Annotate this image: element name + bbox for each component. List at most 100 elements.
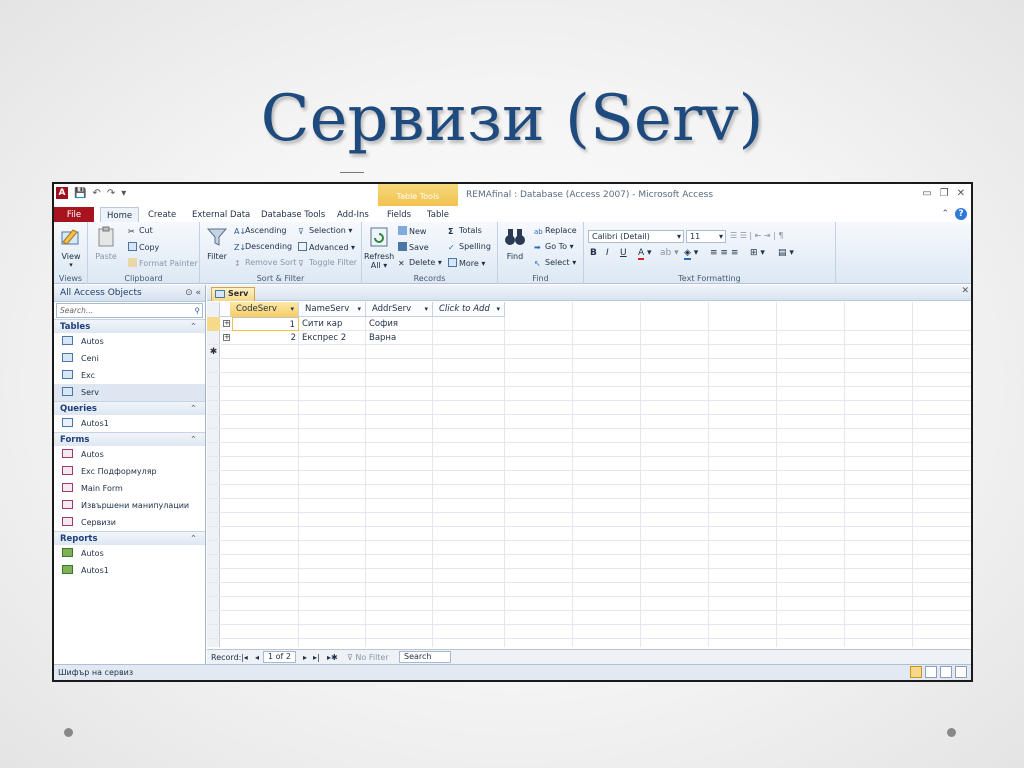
- find-button[interactable]: Find: [502, 226, 528, 261]
- minimize-ribbon-icon[interactable]: ⌃: [941, 209, 949, 219]
- font-size-select[interactable]: 11 ▾: [686, 230, 726, 243]
- tab-add-ins[interactable]: Add-Ins: [331, 207, 375, 223]
- more-button[interactable]: More ▾: [448, 258, 485, 268]
- bold-button[interactable]: B: [590, 248, 597, 258]
- format-painter-button[interactable]: Format Painter: [128, 258, 198, 268]
- datasheet-view-icon[interactable]: [910, 666, 922, 678]
- cut-button[interactable]: ✂ Cut: [128, 226, 153, 236]
- save-icon[interactable]: 💾: [74, 188, 86, 199]
- ascending-button[interactable]: A↓Ascending: [234, 226, 286, 236]
- tab-fields[interactable]: Fields: [381, 207, 417, 223]
- record-search-input[interactable]: Search: [399, 651, 451, 663]
- underline-button[interactable]: U: [620, 248, 627, 258]
- delete-record-button[interactable]: ✕ Delete ▾: [398, 258, 442, 268]
- record-selector[interactable]: [207, 331, 220, 345]
- cell-codeserv[interactable]: 2: [232, 331, 299, 345]
- expand-subdatasheet-icon[interactable]: +: [223, 334, 230, 341]
- cell-nameserv[interactable]: Сити кар: [299, 317, 366, 331]
- cell-addrserv[interactable]: София: [366, 317, 433, 331]
- expand-subdatasheet-icon[interactable]: +: [223, 320, 230, 327]
- alternate-row-color-button[interactable]: ▤ ▾: [778, 248, 794, 258]
- restore-icon[interactable]: ❐: [940, 188, 949, 199]
- new-record-selector[interactable]: ✱: [207, 345, 220, 359]
- design-view-icon[interactable]: [955, 666, 967, 678]
- new-blank-record-icon[interactable]: ▸✱: [327, 651, 338, 665]
- search-icon[interactable]: ⚲: [195, 304, 201, 317]
- nav-category-tables[interactable]: Tables ⌃: [54, 319, 205, 333]
- new-record-button[interactable]: New: [398, 226, 426, 236]
- help-icon[interactable]: ?: [955, 208, 967, 220]
- view-button[interactable]: View ▾: [58, 226, 84, 269]
- minimize-icon[interactable]: ▭: [922, 188, 931, 199]
- column-header-codeserv[interactable]: CodeServ ▾: [230, 302, 299, 317]
- undo-icon[interactable]: ↶: [92, 188, 100, 199]
- redo-icon[interactable]: ↷: [107, 188, 115, 199]
- current-record-input[interactable]: 1 of 2: [263, 651, 296, 663]
- italic-button[interactable]: I: [606, 248, 609, 258]
- toggle-filter-button[interactable]: ⊽ Toggle Filter: [298, 258, 357, 268]
- column-header-nameserv[interactable]: NameServ ▾: [299, 302, 366, 317]
- nav-form-services[interactable]: Сервизи: [54, 514, 205, 531]
- next-record-icon[interactable]: ▸: [303, 651, 307, 665]
- nav-form-manipulations[interactable]: Извършени манипулации: [54, 497, 205, 514]
- column-dropdown-icon[interactable]: ▾: [357, 302, 361, 317]
- column-dropdown-icon[interactable]: ▾: [290, 302, 294, 317]
- tab-home[interactable]: Home: [100, 207, 140, 223]
- remove-sort-button[interactable]: ↕ Remove Sort: [234, 258, 296, 268]
- select-button[interactable]: ↖ Select ▾: [534, 258, 576, 268]
- last-record-icon[interactable]: ▸|: [313, 651, 320, 665]
- view-dropdown-icon[interactable]: ▾: [58, 261, 84, 269]
- tab-create[interactable]: Create: [142, 207, 182, 223]
- replace-button[interactable]: ab Replace: [534, 226, 577, 237]
- pivottable-view-icon[interactable]: [925, 666, 937, 678]
- document-tab-serv[interactable]: Serv: [211, 287, 255, 301]
- close-icon[interactable]: ✕: [957, 188, 965, 199]
- font-color-button[interactable]: A ▾: [638, 248, 652, 260]
- nav-menu-icon[interactable]: ⊙: [185, 288, 193, 298]
- pivotchart-view-icon[interactable]: [940, 666, 952, 678]
- goto-button[interactable]: ➡ Go To ▾: [534, 242, 574, 252]
- nav-query-autos1[interactable]: Autos1: [54, 415, 205, 432]
- nav-form-exc-subform[interactable]: Exc Подформуляр: [54, 463, 205, 480]
- font-name-select[interactable]: Calibri (Detail) ▾: [588, 230, 684, 243]
- nav-category-forms[interactable]: Forms ⌃: [54, 432, 205, 446]
- column-dropdown-icon[interactable]: ▾: [424, 302, 428, 317]
- tab-file[interactable]: File: [54, 207, 94, 223]
- spelling-button[interactable]: ✓ Spelling: [448, 242, 491, 252]
- fill-color-button[interactable]: ◈ ▾: [684, 248, 698, 260]
- totals-button[interactable]: Σ Totals: [448, 226, 482, 236]
- gridlines-button[interactable]: ⊞ ▾: [750, 248, 765, 258]
- list-buttons[interactable]: ☰ ☰ | ⇤ ⇥ | ¶: [730, 231, 784, 240]
- shutter-bar-icon[interactable]: «: [195, 288, 201, 298]
- column-header-click-to-add[interactable]: Click to Add ▾: [433, 302, 505, 317]
- save-record-button[interactable]: Save: [398, 242, 429, 252]
- access-app-icon[interactable]: A: [56, 187, 68, 199]
- tab-database-tools[interactable]: Database Tools: [255, 207, 331, 223]
- previous-record-icon[interactable]: ◂: [255, 651, 259, 665]
- nav-table-exc[interactable]: Exc: [54, 367, 205, 384]
- nav-report-autos[interactable]: Autos: [54, 545, 205, 562]
- copy-button[interactable]: Copy: [128, 242, 159, 252]
- cell-addrserv[interactable]: Варна: [366, 331, 433, 345]
- descending-button[interactable]: Z↓Descending: [234, 242, 292, 252]
- nav-category-queries[interactable]: Queries ⌃: [54, 401, 205, 415]
- selection-button[interactable]: ⊽ Selection ▾: [298, 226, 352, 236]
- record-selector[interactable]: [207, 317, 220, 331]
- column-dropdown-icon[interactable]: ▾: [496, 302, 500, 317]
- highlight-button[interactable]: ab ▾: [660, 248, 679, 258]
- column-header-addrserv[interactable]: AddrServ ▾: [366, 302, 433, 317]
- nav-category-reports[interactable]: Reports ⌃: [54, 531, 205, 545]
- customize-qat-icon[interactable]: ▾: [121, 188, 126, 199]
- cell-codeserv[interactable]: 1: [232, 317, 299, 331]
- filter-status[interactable]: ⊽ No Filter: [347, 651, 389, 665]
- nav-table-ceni[interactable]: Ceni: [54, 350, 205, 367]
- align-buttons[interactable]: ≡ ≡ ≡: [710, 248, 738, 258]
- nav-report-autos1[interactable]: Autos1: [54, 562, 205, 579]
- first-record-icon[interactable]: |◂: [241, 651, 248, 665]
- filter-button[interactable]: Filter: [204, 226, 230, 261]
- advanced-button[interactable]: Advanced ▾: [298, 242, 355, 252]
- paste-button[interactable]: Paste: [92, 226, 120, 261]
- close-document-icon[interactable]: ✕: [961, 286, 969, 296]
- nav-table-autos[interactable]: Autos: [54, 333, 205, 350]
- nav-search-input[interactable]: Search... ⚲: [56, 303, 203, 318]
